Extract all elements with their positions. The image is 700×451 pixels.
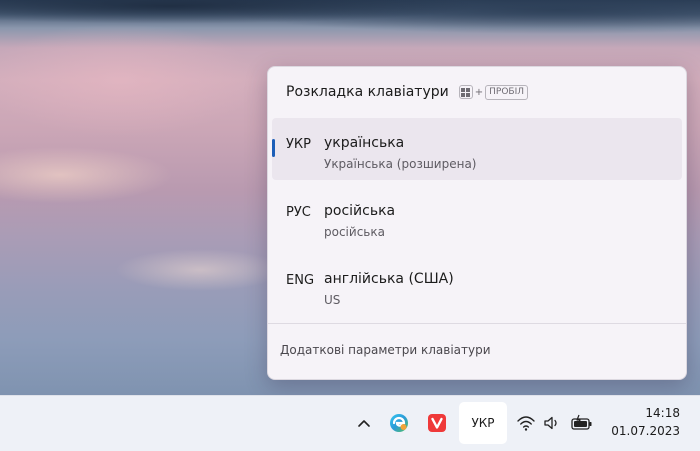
battery-charging-icon[interactable] — [570, 412, 594, 434]
flyout-header: Розкладка клавіатури + ПРОБІЛ — [286, 81, 528, 103]
clock-time: 14:18 — [645, 406, 680, 420]
wallpaper-ridge — [0, 0, 700, 60]
language-code: ENG — [286, 273, 315, 288]
language-code: РУС — [286, 205, 311, 220]
keyboard-layout-flyout: Розкладка клавіатури + ПРОБІЛ УКР україн… — [267, 66, 687, 380]
language-item-eng[interactable]: ENG англійська (США) US — [272, 254, 682, 316]
selection-indicator — [272, 139, 275, 157]
taskbar-clock[interactable]: 14:18 01.07.2023 — [611, 404, 680, 440]
vivaldi-icon[interactable] — [426, 412, 448, 434]
language-layout: US — [324, 293, 341, 307]
flyout-divider — [268, 323, 686, 324]
language-item-ukr[interactable]: УКР українська Українська (розширена) — [272, 118, 682, 180]
language-name: англійська (США) — [324, 271, 454, 287]
space-keycap: ПРОБІЛ — [485, 84, 528, 100]
language-indicator-button[interactable]: УКР — [459, 402, 507, 444]
more-keyboard-settings-link[interactable]: Додаткові параметри клавіатури — [280, 343, 491, 357]
language-item-rus[interactable]: РУС російська російська — [272, 186, 682, 248]
edge-icon[interactable] — [388, 412, 410, 434]
language-layout: російська — [324, 225, 385, 239]
language-layout: Українська (розширена) — [324, 157, 477, 171]
windows-key-icon — [458, 85, 473, 99]
shortcut-hint: + ПРОБІЛ — [458, 84, 528, 100]
shortcut-plus: + — [474, 86, 484, 98]
taskbar: УКР 14:18 01.07.2023 — [0, 395, 700, 451]
language-code: УКР — [286, 137, 311, 152]
chevron-up-icon[interactable] — [352, 410, 376, 436]
language-name: російська — [324, 203, 396, 219]
flyout-title: Розкладка клавіатури — [286, 84, 449, 100]
clock-date: 01.07.2023 — [611, 424, 680, 438]
speaker-icon[interactable] — [542, 413, 562, 433]
language-name: українська — [324, 135, 405, 151]
wifi-icon[interactable] — [516, 413, 536, 433]
